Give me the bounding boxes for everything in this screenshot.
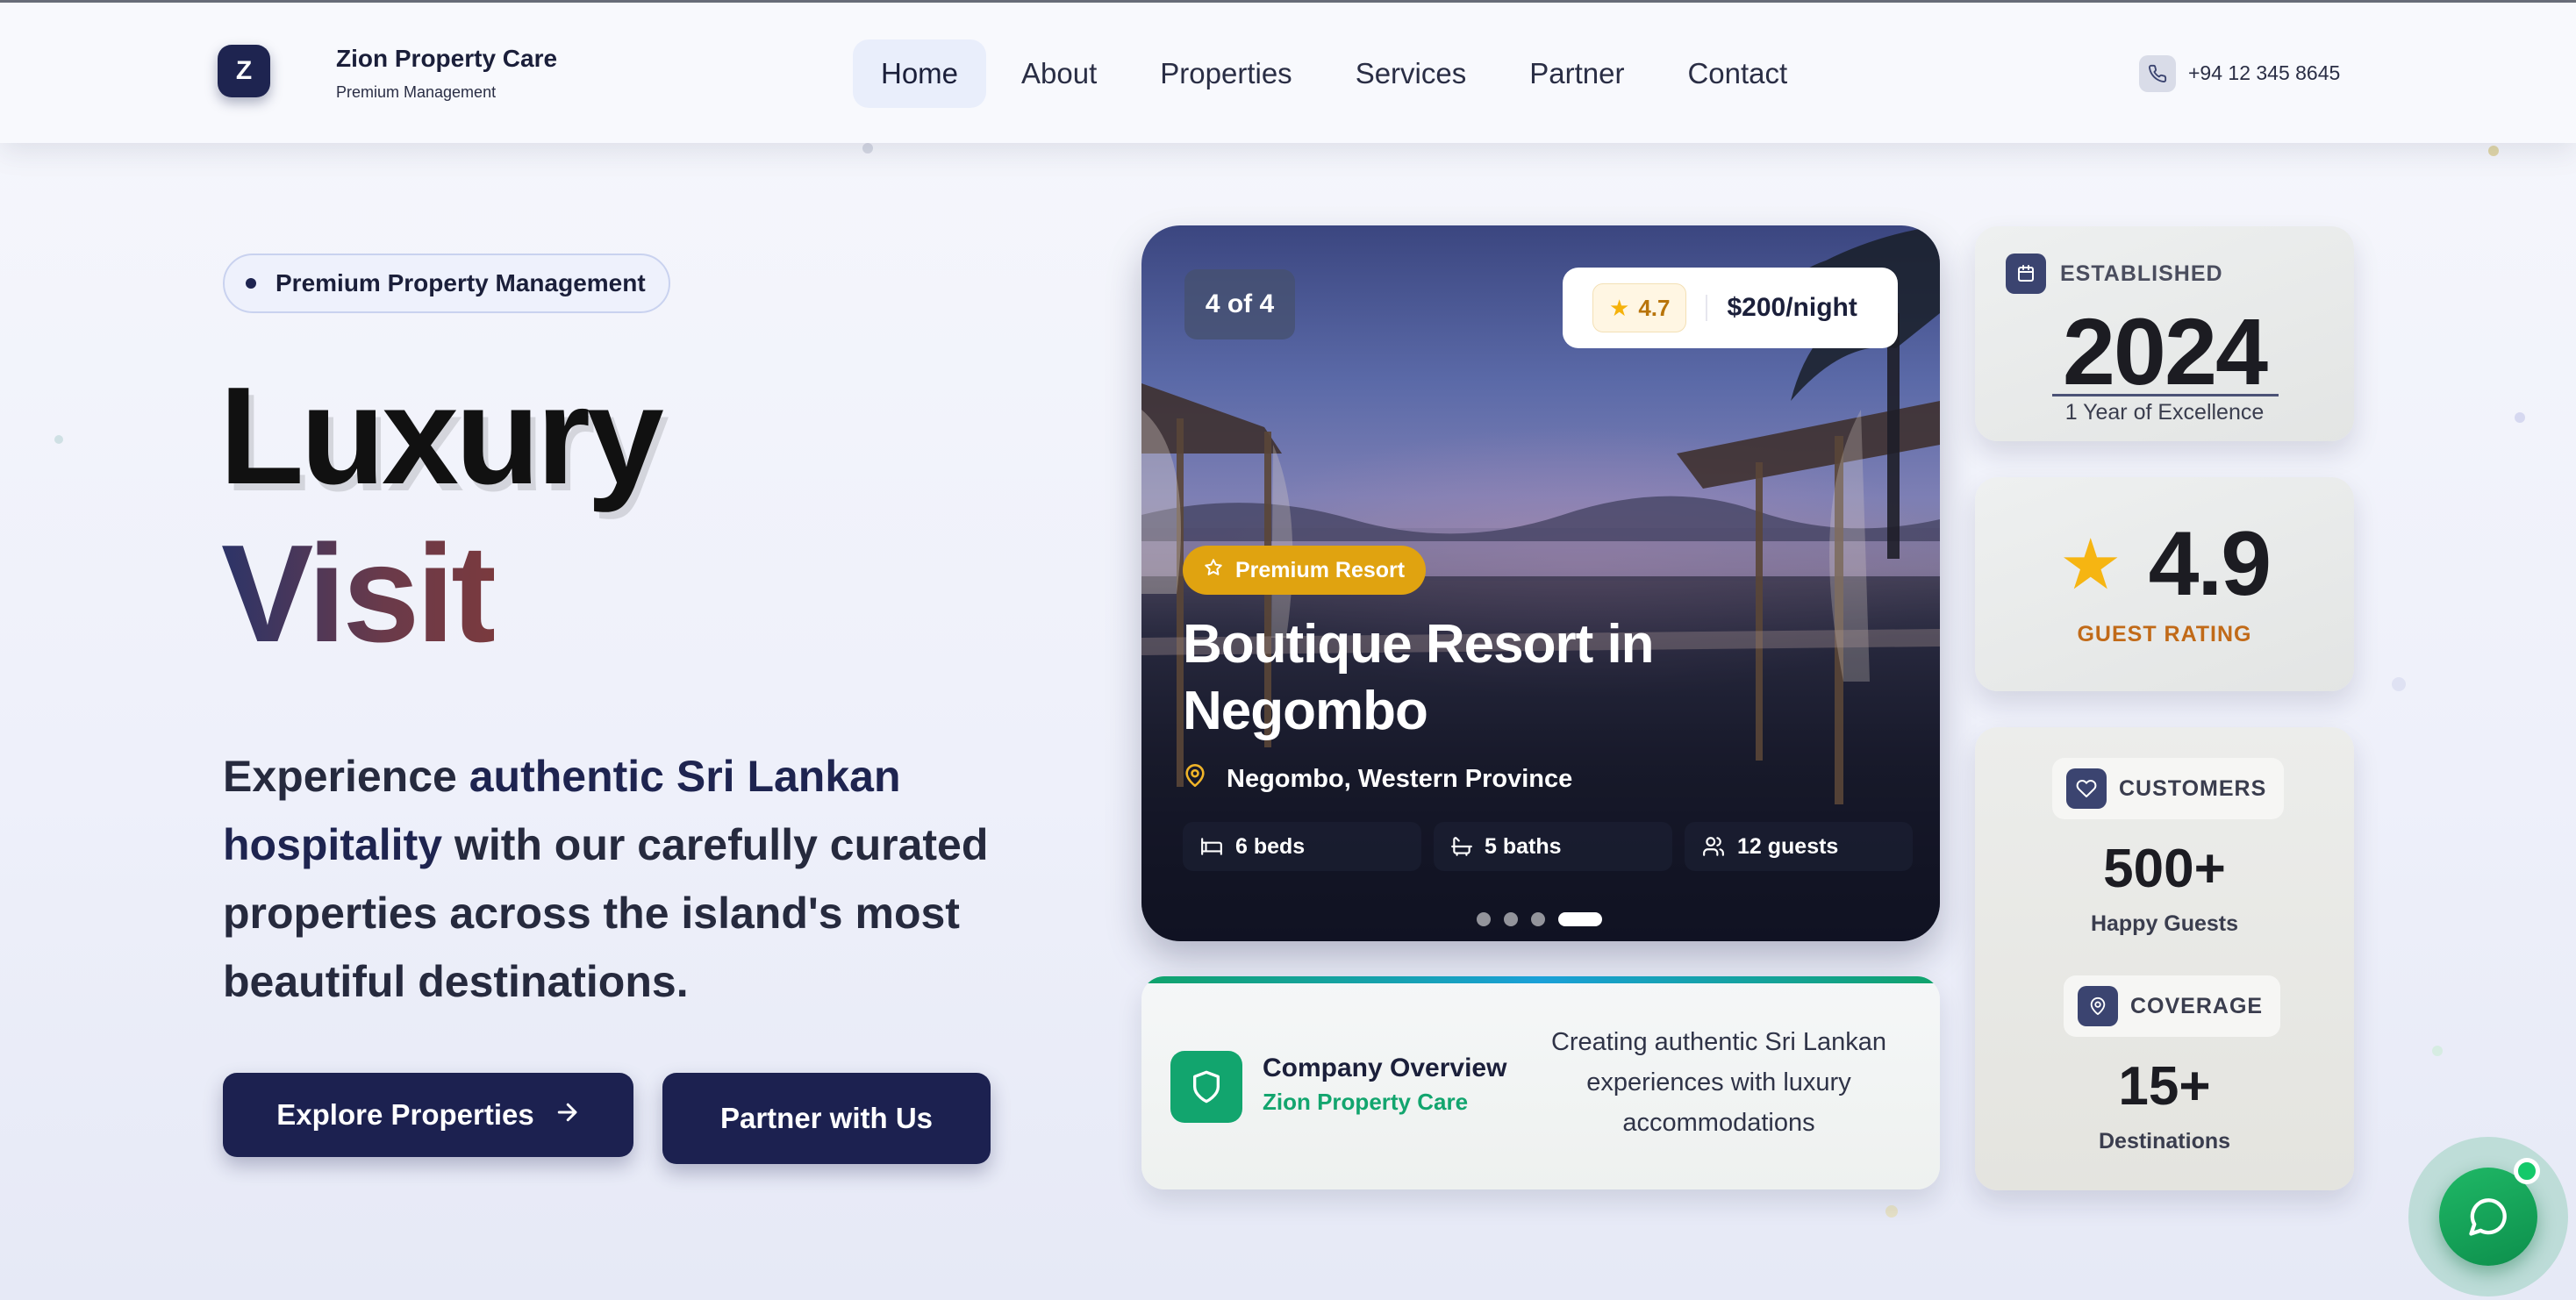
- brand-logo[interactable]: Z: [218, 45, 270, 97]
- customers-subtitle: Happy Guests: [2090, 911, 2239, 936]
- explore-button-label: Explore Properties: [276, 1098, 534, 1131]
- guest-rating-card: ★ 4.9 GUEST RATING: [1975, 477, 2354, 691]
- nav-services[interactable]: Services: [1327, 39, 1495, 108]
- amenity-baths: 5 baths: [1434, 822, 1672, 871]
- overview-description: Creating authentic Sri Lankan experience…: [1550, 1028, 1887, 1137]
- phone-number-link[interactable]: +94 12 345 8645: [2188, 61, 2340, 85]
- coverage-chip: COVERAGE: [2064, 975, 2281, 1037]
- star-icon: ★: [1609, 294, 1630, 321]
- users-icon: [1700, 835, 1727, 858]
- nav-home[interactable]: Home: [853, 39, 987, 108]
- map-pin-icon: [2078, 986, 2118, 1026]
- shield-icon: [1170, 1051, 1242, 1123]
- overview-accent-bar: [1141, 976, 1940, 983]
- decor-dot: [2515, 412, 2525, 423]
- carousel-dot-4[interactable]: [1558, 912, 1602, 926]
- property-rating: ★ 4.7: [1592, 283, 1687, 332]
- coverage-value: 15+: [2118, 1056, 2211, 1117]
- bath-icon: [1449, 835, 1474, 858]
- customers-label: CUSTOMERS: [2119, 775, 2267, 801]
- phone-icon[interactable]: [2139, 55, 2176, 92]
- decor-dot: [2488, 146, 2499, 156]
- rating-price-box: ★ 4.7 $200/night: [1563, 268, 1898, 348]
- map-pin-icon: [1183, 762, 1207, 796]
- company-overview-card: Company Overview Zion Property Care Crea…: [1141, 976, 1940, 1189]
- nav-contact[interactable]: Contact: [1659, 39, 1815, 108]
- calendar-icon: [2006, 254, 2046, 294]
- hero-badge-label: Premium Property Management: [275, 269, 646, 296]
- carousel-dot-1[interactable]: [1477, 912, 1491, 926]
- overview-subtitle: Zion Property Care: [1263, 1089, 1469, 1115]
- top-navbar: Z Zion Property Care Premium Management …: [0, 3, 2576, 143]
- decor-dot: [54, 435, 63, 444]
- amenity-beds-label: 6 beds: [1235, 833, 1306, 859]
- amenity-guests-label: 12 guests: [1737, 833, 1839, 859]
- established-card: ESTABLISHED 2024 1 Year of Excellence: [1975, 226, 2354, 441]
- property-tag-label: Premium Resort: [1235, 557, 1406, 582]
- partner-with-us-button[interactable]: Partner with Us: [662, 1073, 991, 1164]
- amenity-beds: 6 beds: [1183, 822, 1421, 871]
- brand-tagline: Premium Management: [336, 83, 497, 101]
- brand-name[interactable]: Zion Property Care: [336, 45, 557, 73]
- intro-text-start: Experience: [223, 752, 469, 801]
- property-price: $200/night: [1727, 293, 1857, 322]
- badge-dot: [246, 278, 256, 289]
- property-type-tag: Premium Resort: [1183, 546, 1427, 595]
- customers-chip: CUSTOMERS: [2052, 758, 2285, 819]
- nav-partner[interactable]: Partner: [1501, 39, 1652, 108]
- property-location-text: Negombo, Western Province: [1227, 764, 1573, 793]
- divider: [1706, 295, 1708, 321]
- established-subtitle: 1 Year of Excellence: [2064, 400, 2265, 425]
- decor-dot: [2392, 677, 2406, 691]
- decor-dot: [2432, 1046, 2443, 1056]
- hero-title-line2: Visit: [221, 517, 497, 671]
- decor-dot: [862, 143, 873, 154]
- explore-properties-button[interactable]: Explore Properties: [223, 1073, 633, 1157]
- partner-button-label: Partner with Us: [719, 1102, 934, 1134]
- bed-icon: [1199, 835, 1225, 858]
- guest-rating-value: 4.9: [2148, 513, 2272, 615]
- property-title: Boutique Resort in Negombo: [1183, 614, 1655, 741]
- customers-value: 500+: [2103, 839, 2226, 899]
- chat-icon: [2469, 1198, 2507, 1236]
- hero-badge: Premium Property Management: [223, 254, 670, 313]
- guest-rating-row: ★ 4.9: [1975, 512, 2354, 617]
- decor-dot: [1885, 1205, 1898, 1218]
- established-underline: [2052, 394, 2279, 396]
- main-nav: Home About Properties Services Partner C…: [853, 38, 1822, 110]
- nav-about[interactable]: About: [993, 39, 1125, 108]
- carousel-dot-3[interactable]: [1531, 912, 1545, 926]
- carousel-dots: [1477, 912, 1615, 926]
- established-year: 2024: [2062, 298, 2268, 404]
- carousel-dot-2[interactable]: [1504, 912, 1518, 926]
- online-status-dot: [2514, 1158, 2540, 1184]
- customers-coverage-card: CUSTOMERS 500+ Happy Guests COVERAGE 15+…: [1975, 727, 2354, 1190]
- star-icon: ★: [2058, 525, 2122, 604]
- property-rating-value: 4.7: [1638, 294, 1671, 321]
- coverage-label: COVERAGE: [2130, 993, 2264, 1018]
- established-label: ESTABLISHED: [2060, 261, 2223, 286]
- coverage-subtitle: Destinations: [2098, 1129, 2231, 1154]
- hero-title-line1: Luxury: [219, 359, 664, 513]
- amenity-baths-label: 5 baths: [1485, 833, 1562, 859]
- hero-intro: Experience authentic Sri Lankan hospital…: [223, 742, 1013, 1016]
- arrow-right-icon: [554, 1096, 580, 1133]
- amenity-guests: 12 guests: [1685, 822, 1913, 871]
- nav-properties[interactable]: Properties: [1132, 39, 1320, 108]
- brand-initial: Z: [235, 56, 253, 85]
- featured-property-card[interactable]: 4 of 4 ★ 4.7 $200/night Premium Resort B…: [1141, 225, 1940, 941]
- star-outline-icon: [1204, 558, 1223, 583]
- amenities-row: 6 beds 5 baths 12 guests: [1183, 822, 1925, 871]
- guest-rating-label: GUEST RATING: [2077, 622, 2252, 646]
- property-location: Negombo, Western Province: [1183, 762, 1572, 796]
- overview-title: Company Overview: [1263, 1054, 1507, 1082]
- heart-icon: [2066, 768, 2107, 809]
- slide-counter: 4 of 4: [1184, 269, 1295, 339]
